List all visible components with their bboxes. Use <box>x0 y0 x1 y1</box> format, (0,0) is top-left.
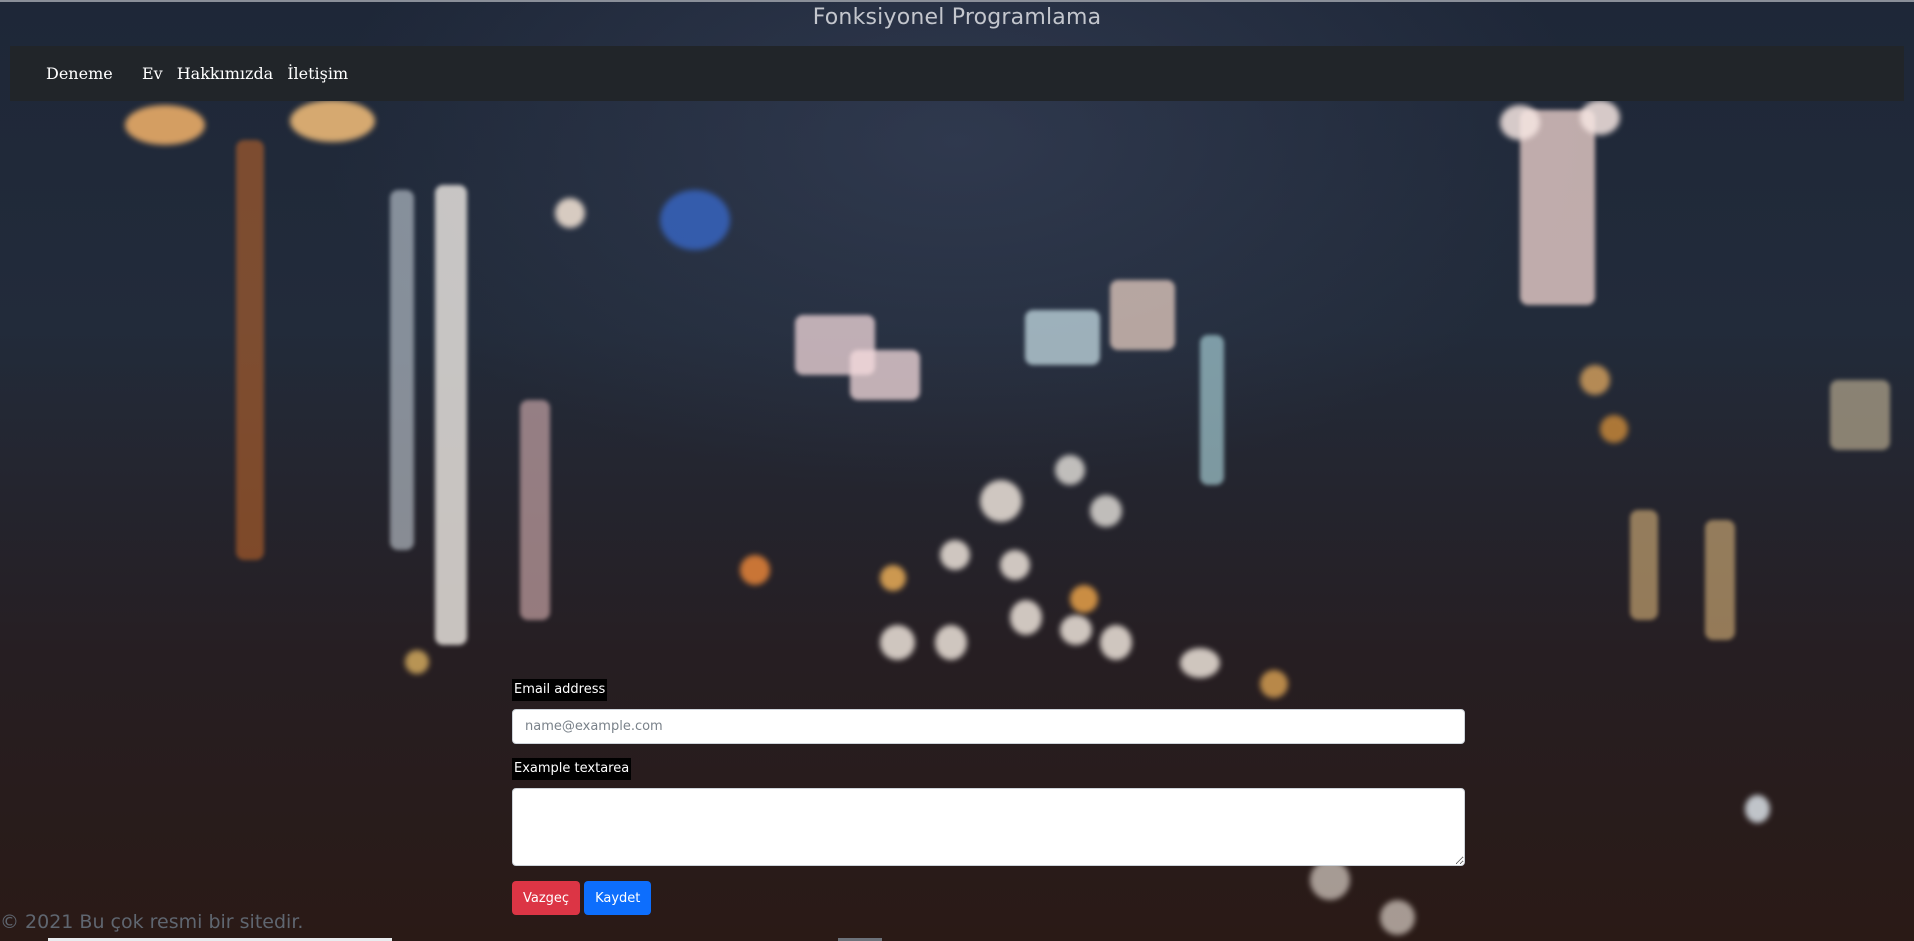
nav-links: Ev Hakkımızda İletişim <box>142 64 348 83</box>
contact-form: Email address Example textarea Vazgeç Ka… <box>512 678 1465 915</box>
email-field[interactable] <box>512 709 1465 744</box>
message-textarea[interactable] <box>512 788 1465 866</box>
cancel-button[interactable]: Vazgeç <box>512 881 581 915</box>
nav-link-ev[interactable]: Ev <box>142 64 163 83</box>
form-buttons: Vazgeç Kaydet <box>512 881 1465 915</box>
save-button[interactable]: Kaydet <box>584 881 652 915</box>
nav-link-iletisim[interactable]: İletişim <box>287 64 348 83</box>
textarea-label: Example textarea <box>512 758 632 780</box>
nav-link-hakkimizda[interactable]: Hakkımızda <box>177 64 274 83</box>
footer-text: © 2021 Bu çok resmi bir sitedir. <box>0 911 304 933</box>
navbar: Deneme Ev Hakkımızda İletişim <box>10 46 1904 101</box>
window-top-border <box>0 0 1914 2</box>
email-label: Email address <box>512 679 608 701</box>
navbar-brand[interactable]: Deneme <box>46 64 113 83</box>
page-title: Fonksiyonel Programlama <box>812 5 1102 30</box>
